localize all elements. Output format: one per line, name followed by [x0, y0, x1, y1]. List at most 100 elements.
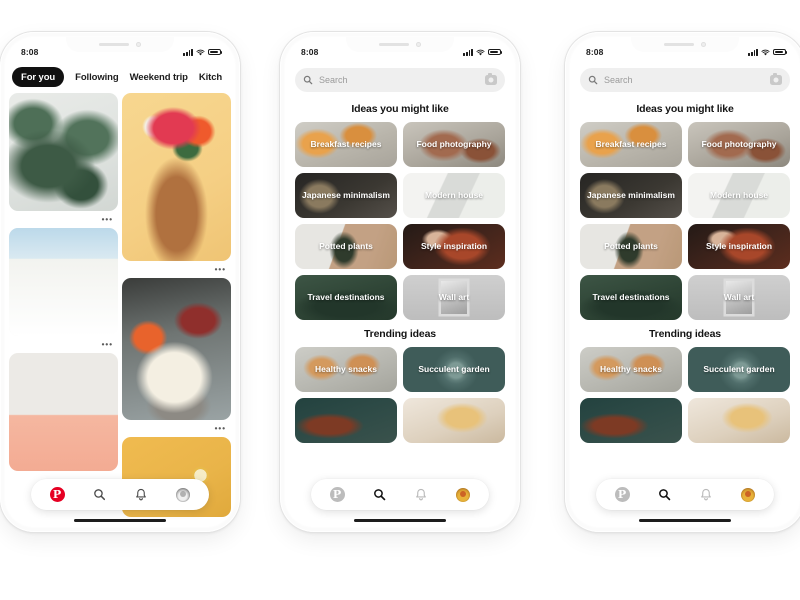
bell-icon[interactable] — [415, 488, 427, 501]
search-input[interactable]: Search — [580, 68, 790, 92]
profile-nav[interactable] — [735, 482, 761, 508]
tile-breakfast-recipes[interactable]: Breakfast recipes — [580, 122, 682, 167]
search-input[interactable]: Search — [295, 68, 505, 92]
tile-potted-plants[interactable]: Potted plants — [580, 224, 682, 269]
tab-for-you[interactable]: For you — [12, 67, 65, 87]
search-nav[interactable] — [366, 482, 392, 508]
rubber-plant-pin-image[interactable] — [9, 93, 118, 211]
tile-label: Breakfast recipes — [310, 138, 382, 149]
profile-nav[interactable] — [450, 482, 476, 508]
pin-card[interactable] — [122, 278, 231, 420]
tile-trending-extra-left[interactable] — [580, 398, 682, 443]
pink-bird-pin-image[interactable] — [9, 353, 118, 471]
avatar-icon[interactable] — [456, 487, 470, 502]
camera-lens-icon[interactable] — [485, 73, 497, 85]
flower-crown-portrait-pin-image[interactable] — [122, 93, 231, 261]
ideas-tile-grid[interactable]: Breakfast recipes Food photography Japan… — [285, 122, 515, 320]
tile-trending-extra-left[interactable] — [295, 398, 397, 443]
tile-potted-plants[interactable]: Potted plants — [295, 224, 397, 269]
pin-card[interactable] — [9, 353, 118, 471]
ideas-tile-grid[interactable]: Breakfast recipes Food photography Japan… — [570, 122, 800, 320]
tab-kitchen[interactable]: Kitch — [199, 72, 222, 83]
tile-succulent-garden[interactable]: Succulent garden — [688, 347, 790, 392]
status-time: 8:08 — [301, 47, 319, 57]
tile-japanese-minimalism[interactable]: Japanese minimalism — [580, 173, 682, 218]
tile-japanese-minimalism[interactable]: Japanese minimalism — [295, 173, 397, 218]
screenshot-stage: 8:08 For you Following Weekend trip Kitc… — [0, 0, 800, 600]
pinterest-logo-icon[interactable]: P — [329, 487, 345, 502]
tile-trending-extra-right[interactable] — [403, 398, 505, 443]
tile-style-inspiration[interactable]: Style inspiration — [403, 224, 505, 269]
tile-label: Wall art — [438, 291, 470, 302]
tile-healthy-snacks[interactable]: Healthy snacks — [580, 347, 682, 392]
trending-tile-grid[interactable]: Healthy snacks Succulent garden — [285, 347, 515, 443]
battery-full-icon — [488, 48, 503, 56]
search-nav[interactable] — [651, 482, 677, 508]
tab-weekend-trip[interactable]: Weekend trip — [130, 72, 188, 83]
tile-label: Potted plants — [319, 240, 373, 251]
tile-style-inspiration[interactable]: Style inspiration — [688, 224, 790, 269]
notifications-nav[interactable] — [408, 482, 434, 508]
search-nav[interactable] — [86, 482, 112, 508]
signal-bars-icon — [748, 48, 758, 56]
masonry-feed[interactable]: ••• ••• ••• ••• — [5, 93, 235, 527]
tile-travel-destinations[interactable]: Travel destinations — [295, 275, 397, 320]
feed-tab-strip[interactable]: For you Following Weekend trip Kitch — [5, 63, 235, 94]
search-placeholder: Search — [319, 75, 348, 85]
home-pinterest-logo[interactable]: P — [324, 482, 350, 508]
tile-wall-art[interactable]: Wall art — [688, 275, 790, 320]
white-architecture-pin-image[interactable] — [9, 228, 118, 336]
status-indicators — [748, 48, 788, 56]
pinterest-logo-icon[interactable]: P — [614, 487, 630, 502]
avatar-icon[interactable] — [741, 487, 755, 502]
bell-icon[interactable] — [700, 488, 712, 501]
tile-label: Healthy snacks — [600, 363, 662, 374]
phone1-status-bar: 8:08 — [5, 37, 235, 63]
home-pinterest-logo[interactable]: P — [609, 482, 635, 508]
tile-wall-art[interactable]: Wall art — [403, 275, 505, 320]
tile-breakfast-recipes[interactable]: Breakfast recipes — [295, 122, 397, 167]
tile-trending-extra-right[interactable] — [688, 398, 790, 443]
pin-overflow-menu[interactable]: ••• — [122, 423, 231, 434]
tile-label: Japanese minimalism — [587, 189, 675, 200]
tile-modern-house[interactable]: Modern house — [403, 173, 505, 218]
search-header: Search — [570, 63, 800, 95]
camera-lens-icon[interactable] — [770, 73, 782, 85]
pin-overflow-menu[interactable]: ••• — [9, 214, 118, 225]
pin-overflow-menu[interactable]: ••• — [9, 339, 118, 350]
tile-label: Succulent garden — [703, 363, 775, 374]
tile-travel-destinations[interactable]: Travel destinations — [580, 275, 682, 320]
pin-overflow-menu[interactable]: ••• — [122, 264, 231, 275]
tile-modern-house[interactable]: Modern house — [688, 173, 790, 218]
section-title-trending: Trending ideas — [364, 328, 436, 340]
tile-healthy-snacks[interactable]: Healthy snacks — [295, 347, 397, 392]
bottom-navigation-bar[interactable]: P — [596, 479, 774, 510]
trending-tile-grid[interactable]: Healthy snacks Succulent garden — [570, 347, 800, 443]
search-icon — [303, 75, 313, 85]
notifications-nav[interactable] — [128, 482, 154, 508]
tile-succulent-garden[interactable]: Succulent garden — [403, 347, 505, 392]
pin-card[interactable] — [9, 228, 118, 336]
tile-label: Healthy snacks — [315, 363, 377, 374]
pin-card[interactable] — [9, 93, 118, 211]
profile-nav[interactable] — [170, 482, 196, 508]
bell-icon[interactable] — [135, 488, 147, 501]
tile-label: Travel destinations — [592, 291, 670, 302]
signal-bars-icon — [463, 48, 473, 56]
pinterest-logo-icon[interactable]: P — [49, 487, 65, 502]
search-icon[interactable] — [373, 488, 386, 501]
notifications-nav[interactable] — [693, 482, 719, 508]
tile-food-photography[interactable]: Food photography — [403, 122, 505, 167]
tacos-pin-image[interactable] — [122, 278, 231, 420]
pin-card[interactable] — [122, 93, 231, 261]
search-icon[interactable] — [658, 488, 671, 501]
search-icon[interactable] — [93, 488, 106, 501]
phone-mockup-search-b: 8:08 Search Ideas you might like Breakfa… — [565, 32, 800, 532]
bottom-navigation-bar[interactable]: P — [311, 479, 489, 510]
tab-following[interactable]: Following — [75, 72, 119, 83]
home-pinterest-logo[interactable]: P — [44, 482, 70, 508]
bottom-navigation-bar[interactable]: P — [31, 479, 209, 510]
tile-food-photography[interactable]: Food photography — [688, 122, 790, 167]
avatar-icon[interactable] — [176, 487, 190, 502]
tile-label: Japanese minimalism — [302, 189, 390, 200]
